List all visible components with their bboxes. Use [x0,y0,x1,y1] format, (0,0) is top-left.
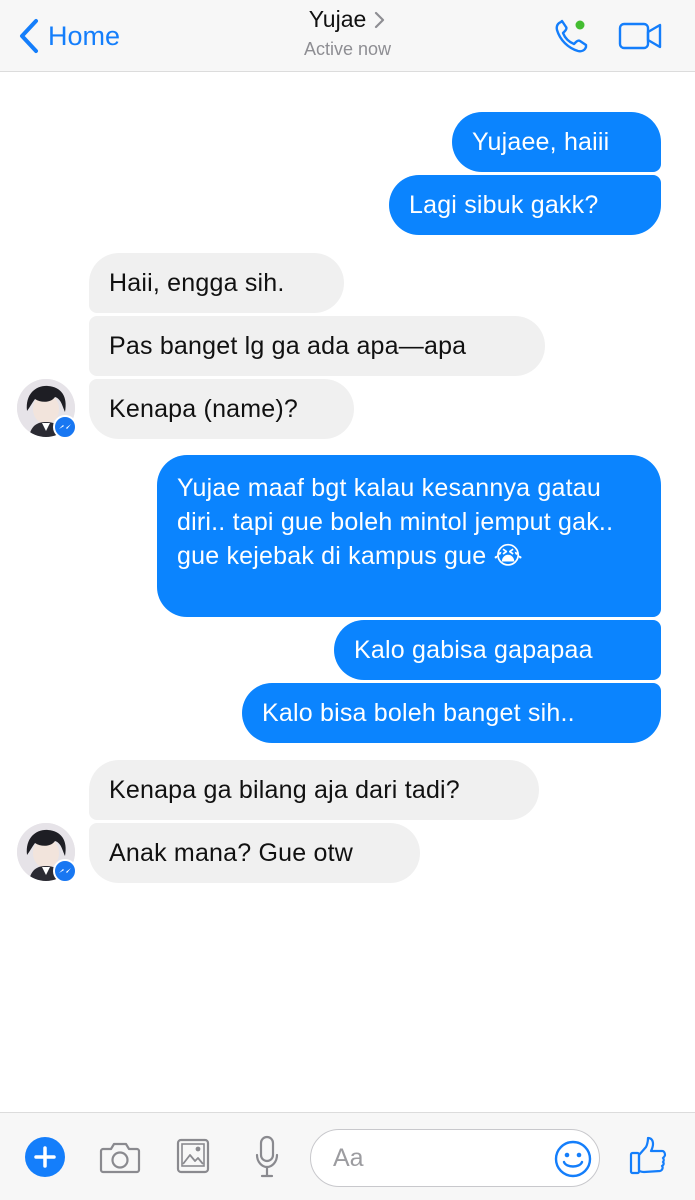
composer-bar [0,1112,695,1200]
message-text: Lagi sibuk gakk? [409,191,599,219]
message-incoming[interactable]: Kenapa (name)? [89,379,354,439]
contact-avatar[interactable] [17,379,77,439]
message-text: Kenapa ga bilang aja dari tadi? [109,776,460,804]
message-text: Kalo bisa boleh banget sih.. [262,699,575,727]
messenger-badge-icon [53,415,77,439]
voice-button[interactable] [254,1135,280,1179]
emoji-button[interactable] [554,1140,592,1178]
message-incoming[interactable]: Pas banget lg ga ada apa—apa [89,316,545,376]
phone-icon [555,19,588,53]
message-incoming[interactable]: Haii, engga sih. [89,253,344,313]
contact-name-button[interactable]: Yujae [309,6,387,33]
gallery-button[interactable] [176,1137,210,1175]
chat-header: Home Yujae Active now [0,0,695,72]
thumbs-up-icon [629,1136,667,1175]
contact-name: Yujae [308,6,367,32]
message-text: Kalo gabisa gapapaa [354,636,593,664]
active-dot [575,20,585,30]
message-text: Kenapa (name)? [109,395,299,423]
message-text: Haii, engga sih. [109,269,285,297]
message-text: Anak mana? Gue otw [109,839,354,867]
call-button[interactable] [552,16,596,56]
camera-icon [99,1142,141,1174]
message-outgoing[interactable]: Lagi sibuk gakk? [389,175,661,235]
message-incoming[interactable]: Kenapa ga bilang aja dari tadi? [89,760,539,820]
message-outgoing[interactable]: Kalo bisa boleh banget sih.. [242,683,661,743]
message-input-container [310,1129,600,1187]
video-camera-icon [618,22,662,50]
message-outgoing[interactable]: Yujae maaf bgt kalau kesannya gatau diri… [157,455,661,617]
message-outgoing[interactable]: Yujaee, haiii [452,112,661,172]
chevron-right-icon [375,11,385,28]
camera-button[interactable] [99,1139,141,1175]
image-icon [176,1138,210,1174]
message-text: Yujae maaf bgt kalau kesannya gatau diri… [177,474,614,570]
add-button[interactable] [24,1136,66,1178]
like-button[interactable] [628,1135,668,1177]
smiley-icon [554,1140,592,1178]
message-text: Yujaee, haiii [472,128,610,156]
microphone-icon [255,1135,279,1178]
plus-circle-icon [25,1137,65,1177]
message-outgoing[interactable]: Kalo gabisa gapapaa [334,620,661,680]
message-incoming[interactable]: Anak mana? Gue otw [89,823,420,883]
video-call-button[interactable] [618,20,664,52]
message-text: Pas banget lg ga ada apa—apa [109,332,467,360]
contact-avatar[interactable] [17,823,77,883]
message-input[interactable] [333,1140,533,1176]
messenger-badge-icon [53,859,77,883]
